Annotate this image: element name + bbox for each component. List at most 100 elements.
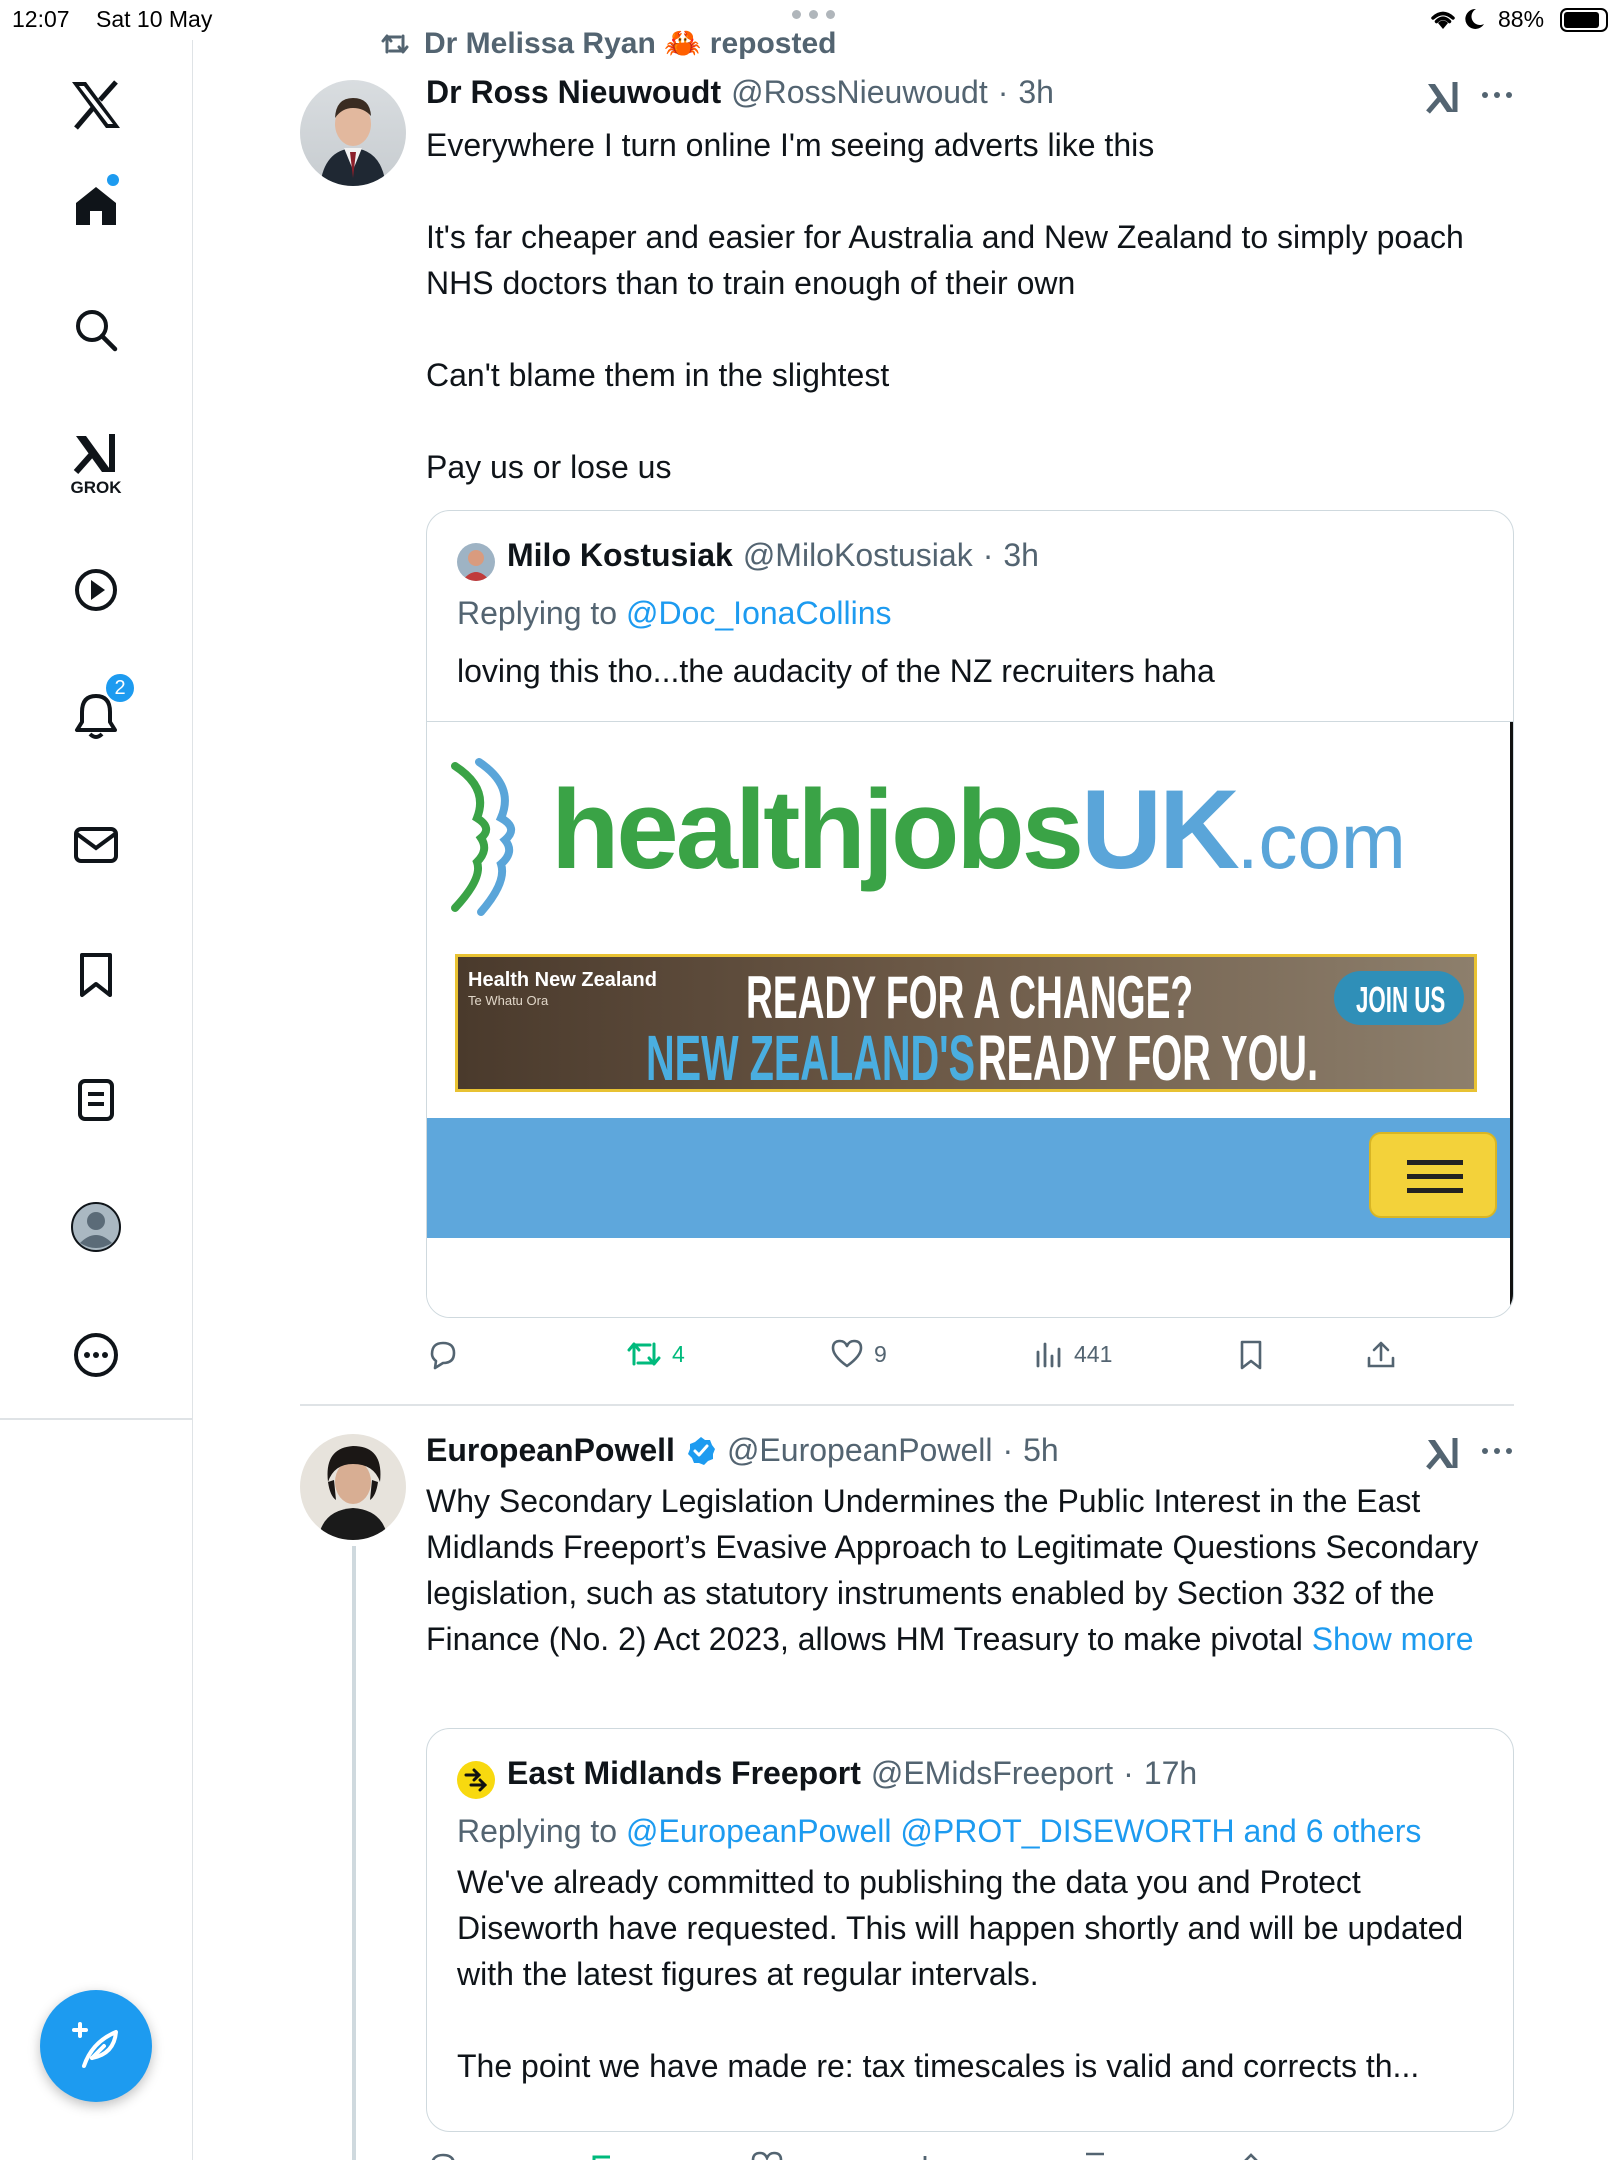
quoted-post-milo[interactable]: Milo Kostusiak @MiloKostusiak · 3h Reply… <box>426 510 1514 1318</box>
profile-avatar-icon <box>71 1202 121 1252</box>
bookmark-action-icon[interactable] <box>1234 1338 1268 1372</box>
sidebar-item-grok[interactable]: GROK <box>0 415 192 515</box>
home-unread-dot <box>107 174 119 186</box>
author-handle[interactable]: @RossNieuwoudt <box>731 74 988 111</box>
avatar-milo-kostusiak <box>457 543 495 581</box>
quote1-text: loving this tho...the audacity of the NZ… <box>457 653 1215 689</box>
do-not-disturb-moon-icon <box>1465 8 1484 29</box>
grok-label: GROK <box>70 478 122 497</box>
reply-bubble-icon <box>430 1341 456 1370</box>
status-date: Sat 10 May <box>96 6 213 32</box>
more-dots-icon[interactable] <box>792 10 835 19</box>
sidebar-item-search[interactable] <box>0 285 192 375</box>
x-logo[interactable] <box>0 60 192 150</box>
repost-icon[interactable] <box>586 2150 622 2160</box>
quote2-text: We've already committed to publishing th… <box>457 1864 1464 2084</box>
separator-dot: · <box>1002 1432 1014 1468</box>
post2-header: EuropeanPowell @EuropeanPowell · 5h <box>426 1432 1059 1469</box>
replying-to-links[interactable]: @EuropeanPowell @PROT_DISEWORTH and 6 ot… <box>626 1813 1421 1849</box>
search-icon <box>76 310 118 352</box>
list-document-icon <box>78 1079 114 1121</box>
health-nz-banner: Health New Zealand Te Whatu Ora READY FO… <box>455 954 1477 1095</box>
sidebar-item-bookmarks[interactable] <box>0 930 192 1020</box>
views-bar-chart-icon[interactable] <box>914 2150 944 2160</box>
healthjobs-faces-logo-icon <box>451 758 515 916</box>
home-icon <box>76 187 116 225</box>
healthjobsuk-logo: healthjobsUK.com <box>551 770 1406 924</box>
repost-indicator[interactable]: Dr Melissa Ryan 🦀 reposted <box>380 26 837 61</box>
quote1-header: Milo Kostusiak @MiloKostusiak · 3h <box>507 537 1039 574</box>
reply-button[interactable] <box>426 1338 470 1372</box>
quoted-post-emids[interactable]: East Midlands Freeport @EMidsFreeport · … <box>426 1728 1514 2132</box>
banner-join-label: JOIN US <box>1356 979 1446 1020</box>
quote-time: 3h <box>1003 537 1039 573</box>
quoted-media-image[interactable]: healthjobsUK.com Health New Zealand Te W… <box>427 721 1513 1317</box>
sidebar: GROK 2 <box>0 40 193 2160</box>
post2-more-icon[interactable] <box>1482 1448 1512 1454</box>
author-handle[interactable]: @EuropeanPowell <box>727 1432 993 1469</box>
envelope-icon <box>74 827 118 863</box>
share-icon[interactable] <box>1364 1338 1398 1372</box>
post1-more-icon[interactable] <box>1482 92 1512 98</box>
separator-dot: · <box>1123 1755 1134 1791</box>
banner-org-sub: Te Whatu Ora <box>468 993 549 1008</box>
sidebar-item-more[interactable] <box>0 1310 192 1400</box>
freeport-arrows-logo-icon <box>464 1768 488 1792</box>
logo-uk: UK <box>1081 767 1240 892</box>
repost-icon <box>381 34 409 53</box>
avatar-east-midlands-freeport <box>457 1761 495 1799</box>
play-circle-icon <box>75 569 117 611</box>
post-time[interactable]: 3h <box>1018 74 1054 111</box>
post1-text: Everywhere I turn online I'm seeing adve… <box>426 127 1464 485</box>
person-photo <box>318 1446 388 1540</box>
post-time[interactable]: 5h <box>1023 1432 1059 1469</box>
verified-badge-icon <box>687 1436 715 1465</box>
replying-to-link[interactable]: @Doc_IonaCollins <box>626 595 892 631</box>
avatar-ross-nieuwoudt[interactable] <box>300 80 406 186</box>
quote1-replying: Replying to @Doc_IonaCollins <box>457 595 891 632</box>
quote2-replying: Replying to @EuropeanPowell @PROT_DISEWO… <box>457 1813 1421 1850</box>
sidebar-item-videos[interactable] <box>0 545 192 635</box>
author-name[interactable]: Dr Ross Nieuwoudt <box>426 74 721 111</box>
repost-button[interactable]: 4 <box>626 1338 685 1370</box>
compose-feather-icon <box>72 2022 118 2068</box>
author-name[interactable]: EuropeanPowell <box>426 1432 675 1469</box>
sidebar-item-home[interactable] <box>0 160 192 250</box>
banner-line2-b: READY FOR YOU. <box>977 1022 1319 1094</box>
banner-line2-a: NEW ZEALAND'S <box>646 1022 976 1094</box>
sidebar-item-lists[interactable] <box>0 1055 192 1145</box>
reply-bubble-icon[interactable] <box>426 2150 460 2160</box>
person-photo <box>320 98 386 186</box>
avatar-european-powell[interactable] <box>300 1434 406 1540</box>
like-count: 9 <box>874 1340 887 1367</box>
logo-tld: .com <box>1236 797 1406 885</box>
views-button[interactable]: 441 <box>1034 1338 1112 1370</box>
quote2-header: East Midlands Freeport @EMidsFreeport · … <box>507 1755 1197 1792</box>
sidebar-item-notifications[interactable]: 2 <box>0 670 192 760</box>
quote-author-handle: @EMidsFreeport <box>870 1755 1114 1791</box>
battery-percent: 88% <box>1498 6 1545 32</box>
hamburger-menu-button <box>1369 1132 1497 1218</box>
status-time: 12:07 <box>12 6 70 32</box>
like-button[interactable]: 9 <box>830 1338 887 1370</box>
share-icon[interactable] <box>1234 2150 1268 2160</box>
banner-line2: NEW ZEALAND'S READY FOR YOU. <box>646 1021 1318 1095</box>
bookmark-icon <box>80 953 112 997</box>
x-logo-icon <box>72 80 120 130</box>
quote-author-name: Milo Kostusiak <box>507 537 733 573</box>
grok-icon <box>73 434 115 474</box>
banner-org: Health New Zealand <box>468 969 657 991</box>
compose-post-button[interactable] <box>40 1990 152 2102</box>
bookmark-action-icon[interactable] <box>1078 2150 1112 2160</box>
sidebar-item-messages[interactable] <box>0 800 192 890</box>
more-circle-icon <box>74 1333 118 1377</box>
thread-line <box>352 1546 356 2160</box>
grok-explain-icon[interactable] <box>1426 1436 1460 1472</box>
sidebar-divider <box>0 1418 192 1420</box>
heart-icon[interactable] <box>750 2150 784 2160</box>
quote-author-name: East Midlands Freeport <box>507 1755 861 1791</box>
sidebar-item-profile[interactable] <box>0 1182 192 1272</box>
grok-explain-icon[interactable] <box>1426 80 1460 116</box>
show-more-link[interactable]: Show more <box>1312 1621 1474 1657</box>
repost-count: 4 <box>672 1340 685 1367</box>
